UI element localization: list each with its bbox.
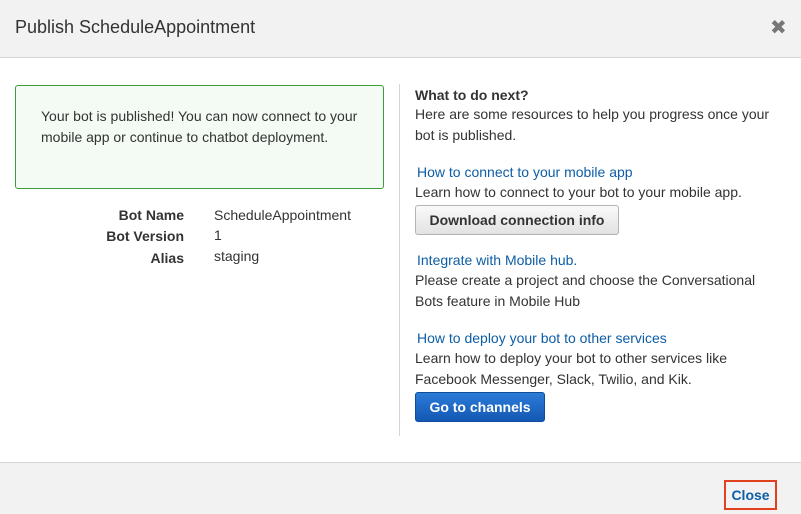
next-steps-heading: What to do next? xyxy=(415,87,529,103)
mobile-app-link[interactable]: How to connect to your mobile app xyxy=(417,164,633,180)
detail-value: 1 xyxy=(214,227,222,243)
detail-value: staging xyxy=(214,248,260,264)
mobile-app-description: Learn how to connect to your bot to your… xyxy=(415,184,742,200)
success-alert: Your bot is published! You can now conne… xyxy=(15,85,384,189)
mobile-hub-description: Please create a project and choose the C… xyxy=(415,272,756,309)
next-steps-intro: Here are some resources to help you prog… xyxy=(415,106,770,143)
detail-row-alias: Alias staging xyxy=(0,248,400,270)
go-to-channels-button[interactable]: Go to channels xyxy=(415,392,545,422)
dialog-footer: Close xyxy=(0,462,801,514)
detail-label: Alias xyxy=(150,250,184,266)
dialog-header: Publish ScheduleAppointment ✖ xyxy=(0,0,801,58)
download-connection-info-button[interactable]: Download connection info xyxy=(415,205,619,235)
vertical-divider xyxy=(399,84,400,436)
close-button[interactable]: Close xyxy=(724,480,777,510)
mobile-hub-link[interactable]: Integrate with Mobile hub. xyxy=(417,252,577,268)
detail-label: Bot Name xyxy=(118,207,184,223)
deploy-link[interactable]: How to deploy your bot to other services xyxy=(417,330,667,346)
success-message: Your bot is published! You can now conne… xyxy=(41,108,358,145)
detail-row-bot-version: Bot Version 1 xyxy=(0,227,400,248)
deploy-description: Learn how to deploy your bot to other se… xyxy=(415,350,728,387)
detail-label: Bot Version xyxy=(106,228,184,244)
dialog-title: Publish ScheduleAppointment xyxy=(15,17,256,37)
detail-value: ScheduleAppointment xyxy=(214,207,351,223)
detail-row-bot-name: Bot Name ScheduleAppointment xyxy=(0,207,400,227)
close-icon[interactable]: ✖ xyxy=(770,18,787,38)
